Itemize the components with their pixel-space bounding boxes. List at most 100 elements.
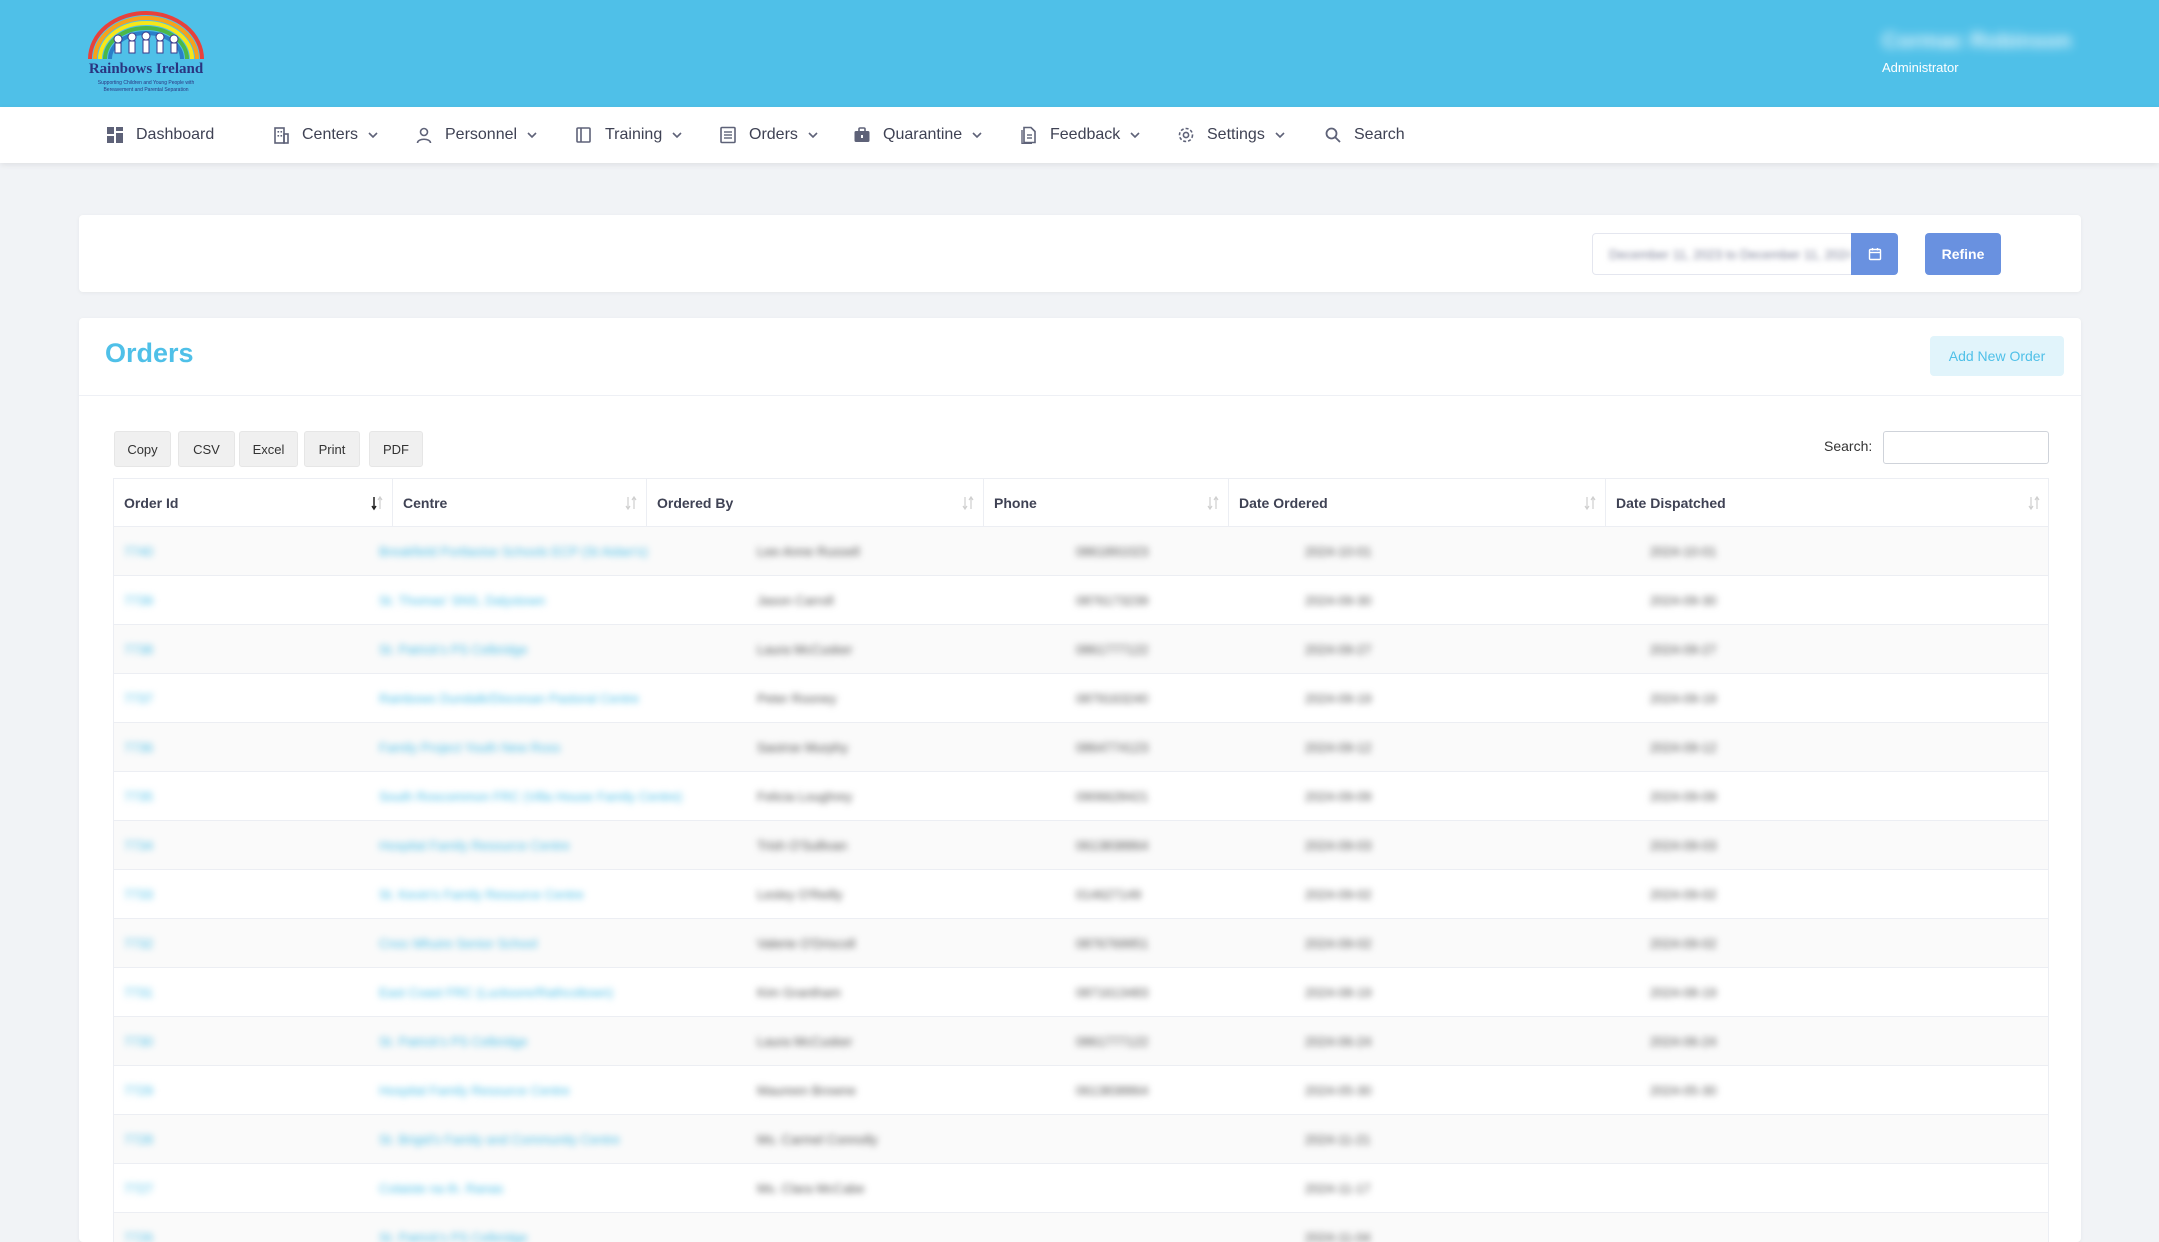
- main-nav: Dashboard Centers Personnel Training Ord…: [0, 107, 2159, 163]
- centre-link[interactable]: East Coast FRC (Lucksore/Rathcoltown): [379, 968, 613, 1016]
- table-row[interactable]: 7738 St. Patrick's PS Celbridge Laura McCu…: [114, 625, 2048, 674]
- order-id-link[interactable]: 7736: [124, 723, 153, 771]
- column-label: Centre: [403, 495, 448, 511]
- column-header-phone[interactable]: Phone: [984, 479, 1229, 527]
- document-icon: [1021, 126, 1036, 144]
- nav-personnel[interactable]: Personnel: [415, 107, 537, 163]
- centre-link[interactable]: St. Kevin's Family Resource Centre: [379, 870, 584, 918]
- column-header-order-id[interactable]: Order Id: [114, 479, 393, 527]
- order-id-link[interactable]: 7729: [124, 1066, 153, 1114]
- date-ordered-cell: 2024-09-27: [1305, 641, 1372, 657]
- centre-link[interactable]: Cnoc Mhuire Senior School: [379, 919, 537, 967]
- table-row[interactable]: 7729 Hospital Family Resource Centre Maure…: [114, 1066, 2048, 1115]
- table-search-input[interactable]: [1883, 431, 2049, 464]
- order-id-link[interactable]: 7740: [124, 527, 153, 575]
- book-icon: [576, 127, 591, 143]
- centre-link[interactable]: St. Brigid's Family and Community Centre: [379, 1115, 620, 1163]
- excel-button[interactable]: Excel: [239, 431, 298, 467]
- search-label: Search:: [1824, 438, 1873, 454]
- nav-training[interactable]: Training: [575, 107, 682, 163]
- order-id-link[interactable]: 7731: [124, 968, 153, 1016]
- order-id-link[interactable]: 7733: [124, 870, 153, 918]
- nav-search[interactable]: Search: [1324, 107, 1405, 163]
- calendar-icon: [1868, 248, 1881, 261]
- nav-quarantine[interactable]: Quarantine: [853, 107, 982, 163]
- phone-cell: 0876769951: [1076, 935, 1149, 951]
- rainbows-ireland-logo[interactable]: Rainbows Ireland Supporting Children and…: [80, 9, 212, 97]
- order-id-link[interactable]: 7726: [124, 1213, 153, 1242]
- nav-feedback[interactable]: Feedback: [1020, 107, 1140, 163]
- add-new-order-button[interactable]: Add New Order: [1930, 336, 2064, 376]
- nav-training-label: Training: [605, 126, 663, 143]
- orders-card: Orders Add New Order Copy CSV Excel Prin…: [79, 318, 2081, 1242]
- ordered-by-cell: Laura McCusker: [757, 1033, 853, 1049]
- centre-link[interactable]: St. Patrick's PS Celbridge: [379, 1213, 527, 1242]
- centre-link[interactable]: Rainbows Dundalk/Diocesan Pastoral Centr…: [379, 674, 639, 722]
- table-row[interactable]: 7733 St. Kevin's Family Resource Centre Le…: [114, 870, 2048, 919]
- column-header-centre[interactable]: Centre: [393, 479, 647, 527]
- centre-link[interactable]: St. Thomas' SNS, Dalystown: [379, 576, 545, 624]
- calendar-button[interactable]: [1851, 233, 1898, 275]
- table-row[interactable]: 7730 St. Patrick's PS Celbridge Laura McCu…: [114, 1017, 2048, 1066]
- user-profile[interactable]: Cormac Robinson Administrator: [1882, 28, 2071, 75]
- date-ordered-cell: 2024-06-24: [1305, 1033, 1372, 1049]
- svg-text:Rainbows Ireland: Rainbows Ireland: [89, 61, 204, 77]
- sort-icon: [962, 495, 974, 511]
- table-row[interactable]: 7732 Cnoc Mhuire Senior School Valerie O'D…: [114, 919, 2048, 968]
- nav-centers[interactable]: Centers: [272, 107, 378, 163]
- table-row[interactable]: 7726 St. Patrick's PS Celbridge 2024-11-04: [114, 1213, 2048, 1242]
- centre-link[interactable]: St. Patrick's PS Celbridge: [379, 625, 527, 673]
- table-row[interactable]: 7731 East Coast FRC (Lucksore/Rathcoltown…: [114, 968, 2048, 1017]
- column-header-ordered-by[interactable]: Ordered By: [647, 479, 984, 527]
- print-button[interactable]: Print: [304, 431, 360, 467]
- app-header: Rainbows Ireland Supporting Children and…: [0, 0, 2159, 107]
- table-row[interactable]: 7740 Breakfield Portlaoise Schools ECP (S…: [114, 527, 2048, 576]
- date-dispatched-cell: 2024-09-19: [1650, 690, 1717, 706]
- column-header-date-ordered[interactable]: Date Ordered: [1229, 479, 1606, 527]
- centre-link[interactable]: Breakfield Portlaoise Schools ECP (St Ai…: [379, 527, 648, 575]
- date-ordered-cell: 2024-11-17: [1305, 1180, 1371, 1196]
- centre-link[interactable]: St. Patrick's PS Celbridge: [379, 1017, 527, 1065]
- table-row[interactable]: 7728 St. Brigid's Family and Community Ce…: [114, 1115, 2048, 1164]
- order-id-link[interactable]: 7728: [124, 1115, 153, 1163]
- order-id-link[interactable]: 7739: [124, 576, 153, 624]
- phone-cell: 0861891023: [1076, 543, 1149, 559]
- table-row[interactable]: 7734 Hospital Family Resource Centre Trish…: [114, 821, 2048, 870]
- phone-cell: 0613838864: [1076, 837, 1149, 853]
- centre-link[interactable]: Colaiste na th. Ranas: [379, 1164, 503, 1212]
- phone-cell: 0861777122: [1076, 641, 1149, 657]
- date-ordered-cell: 2024-09-19: [1305, 690, 1372, 706]
- table-row[interactable]: 7735 South Roscommon FRC (Villa House Fam…: [114, 772, 2048, 821]
- date-range-input[interactable]: December 11, 2023 to December 11, 2024: [1592, 233, 1852, 275]
- column-label: Phone: [994, 495, 1037, 511]
- table-body: 7740 Breakfield Portlaoise Schools ECP (S…: [114, 527, 2048, 1242]
- csv-button[interactable]: CSV: [178, 431, 235, 467]
- copy-button[interactable]: Copy: [114, 431, 171, 467]
- table-row[interactable]: 7736 Family Project Youth New Ross Saoirse…: [114, 723, 2048, 772]
- pdf-button[interactable]: PDF: [369, 431, 423, 467]
- order-id-link[interactable]: 7732: [124, 919, 153, 967]
- order-id-link[interactable]: 7734: [124, 821, 153, 869]
- nav-dashboard[interactable]: Dashboard: [106, 107, 214, 163]
- order-id-link[interactable]: 7738: [124, 625, 153, 673]
- nav-settings-label: Settings: [1207, 126, 1265, 143]
- centre-link[interactable]: Family Project Youth New Ross: [379, 723, 560, 771]
- phone-cell: 0876173239: [1076, 592, 1149, 608]
- table-row[interactable]: 7737 Rainbows Dundalk/Diocesan Pastoral C…: [114, 674, 2048, 723]
- column-header-date-dispatched[interactable]: Date Dispatched: [1606, 479, 2049, 527]
- date-dispatched-cell: 2024-05-30: [1650, 1082, 1717, 1098]
- centre-link[interactable]: Hospital Family Resource Centre: [379, 821, 570, 869]
- table-row[interactable]: 7727 Colaiste na th. Ranas Ms. Clara McCab…: [114, 1164, 2048, 1213]
- order-id-link[interactable]: 7735: [124, 772, 153, 820]
- nav-orders[interactable]: Orders: [719, 107, 818, 163]
- centre-link[interactable]: South Roscommon FRC (Villa House Family …: [379, 772, 682, 820]
- ordered-by-cell: Valerie O'Driscoll: [757, 935, 856, 951]
- table-row[interactable]: 7739 St. Thomas' SNS, Dalystown Jason Carr…: [114, 576, 2048, 625]
- order-id-link[interactable]: 7737: [124, 674, 153, 722]
- refine-button[interactable]: Refine: [1925, 233, 2001, 275]
- centre-link[interactable]: Hospital Family Resource Centre: [379, 1066, 570, 1114]
- date-dispatched-cell: 2024-09-09: [1650, 788, 1717, 804]
- order-id-link[interactable]: 7727: [124, 1164, 153, 1212]
- nav-settings[interactable]: Settings: [1177, 107, 1285, 163]
- order-id-link[interactable]: 7730: [124, 1017, 153, 1065]
